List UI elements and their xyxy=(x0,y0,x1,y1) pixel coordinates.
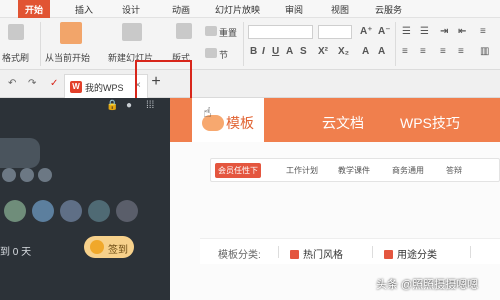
subscript-icon[interactable]: X₂ xyxy=(338,46,349,57)
menu-tab-slideshow[interactable]: 幻灯片放映 xyxy=(215,3,260,16)
app-shortcut-icon[interactable] xyxy=(116,200,138,222)
line-spacing-icon[interactable]: ≡ xyxy=(480,26,486,37)
menu-tab-design[interactable]: 设计 xyxy=(122,3,140,16)
category-divider xyxy=(278,246,279,258)
chip-business[interactable]: 商务通用 xyxy=(389,163,427,178)
app-shortcut-icon[interactable] xyxy=(88,200,110,222)
ribbon-menu-bar: 开始 插入 设计 动画 幻灯片放映 审阅 视图 云服务 xyxy=(0,0,500,18)
justify-icon[interactable]: ≡ xyxy=(458,46,464,57)
superscript-icon[interactable]: X² xyxy=(318,46,328,57)
ribbon-toolbar: 格式刷 从当前开始 新建幻灯片 版式 重置 节 B I U A S X² X₂ … xyxy=(0,18,500,70)
font-size-select[interactable] xyxy=(318,25,352,39)
chip-defense[interactable]: 答辩 xyxy=(443,163,465,178)
from-current-label[interactable]: 从当前开始 xyxy=(45,51,90,64)
outdent-icon[interactable]: ⇤ xyxy=(458,26,466,37)
category-purpose-label: 用途分类 xyxy=(397,250,437,261)
calendar-icon xyxy=(290,250,299,259)
section-label[interactable]: 节 xyxy=(219,48,228,61)
font-family-select[interactable] xyxy=(248,25,313,39)
new-slide-icon[interactable] xyxy=(122,23,142,41)
coin-icon xyxy=(90,240,104,254)
menu-tab-insert[interactable]: 插入 xyxy=(75,3,93,16)
format-painter-label[interactable]: 格式刷 xyxy=(2,51,29,64)
app-shortcut-icon[interactable] xyxy=(60,200,82,222)
ribbon-separator xyxy=(40,22,41,66)
menu-tab-view[interactable]: 视图 xyxy=(331,3,349,16)
align-left-icon[interactable]: ≡ xyxy=(402,46,408,57)
pin-icon[interactable]: ✓ xyxy=(50,78,58,89)
align-right-icon[interactable]: ≡ xyxy=(440,46,446,57)
grow-font-icon[interactable]: A⁺ xyxy=(360,26,373,37)
chip-member[interactable]: 会员任性下 xyxy=(215,163,261,178)
signin-button[interactable]: 签到 xyxy=(84,236,134,258)
ribbon-separator xyxy=(243,22,244,66)
layout-icon[interactable] xyxy=(176,23,192,39)
category-divider xyxy=(372,246,373,258)
template-quick-filters: 会员任性下 工作计划 教学课件 商务通用 答辩 xyxy=(210,158,500,182)
menu-tab-animation[interactable]: 动画 xyxy=(172,3,190,16)
numbered-list-icon[interactable]: ☰ xyxy=(420,26,429,37)
category-divider xyxy=(470,246,471,258)
columns-icon[interactable]: ▥ xyxy=(480,46,489,57)
member-badge-icon xyxy=(2,168,16,182)
nav-wps-tips[interactable]: WPS技巧 xyxy=(400,113,460,133)
chip-work-plan[interactable]: 工作计划 xyxy=(283,163,321,178)
menu-tab-cloud[interactable]: 云服务 xyxy=(375,3,402,16)
play-from-current-icon[interactable] xyxy=(60,22,82,44)
indent-icon[interactable]: ⇥ xyxy=(440,26,448,37)
clear-format-icon[interactable]: S xyxy=(300,46,307,57)
align-center-icon[interactable]: ≡ xyxy=(420,46,426,57)
main-nav-bar: 模板 云文档 WPS技巧 xyxy=(170,98,500,142)
shrink-font-icon[interactable]: A⁻ xyxy=(378,26,391,37)
category-label: 模板分类: xyxy=(218,250,261,261)
bullet-list-icon[interactable]: ☰ xyxy=(402,26,411,37)
level-badge-icon xyxy=(20,168,34,182)
undo-icon[interactable]: ↶ xyxy=(8,78,16,89)
category-hot-style-label: 热门风格 xyxy=(303,250,343,261)
signin-streak-text: 到 0 天 xyxy=(0,247,32,258)
nav-templates-label: 模板 xyxy=(226,115,254,131)
format-painter-icon[interactable] xyxy=(8,24,24,40)
apps-grid-icon[interactable]: ⁞⁞⁞ xyxy=(146,100,154,111)
category-hot-style[interactable]: 热门风格 xyxy=(290,246,343,261)
ribbon-separator xyxy=(395,22,396,66)
wps-logo-icon: W xyxy=(70,81,82,93)
redo-icon[interactable]: ↷ xyxy=(28,78,36,89)
document-tab-bar: ↶ ↷ ✓ W 我的WPS × xyxy=(0,70,500,98)
mouse-cursor-icon: ☝ xyxy=(203,104,212,120)
chip-teaching[interactable]: 教学课件 xyxy=(335,163,373,178)
bold-icon[interactable]: B xyxy=(250,46,257,57)
vip-badge-icon xyxy=(38,168,52,182)
reset-label[interactable]: 重置 xyxy=(219,26,237,39)
reset-icon[interactable] xyxy=(205,26,217,36)
menu-tab-review[interactable]: 审阅 xyxy=(285,3,303,16)
underline-icon[interactable]: U xyxy=(272,46,279,57)
nav-cloud-docs[interactable]: 云文档 xyxy=(322,113,364,133)
font-color-icon[interactable]: A xyxy=(286,46,293,57)
left-account-panel xyxy=(0,98,170,300)
section-icon[interactable] xyxy=(205,48,217,58)
lock-icon[interactable]: 🔒 xyxy=(106,100,118,111)
italic-icon[interactable]: I xyxy=(262,46,265,57)
app-shortcut-icon[interactable] xyxy=(4,200,26,222)
signin-label: 签到 xyxy=(108,245,128,256)
watermark-text: 头条 @照照摄摄嗯嗯 xyxy=(376,279,479,291)
category-purpose[interactable]: 用途分类 xyxy=(384,246,437,261)
skin-icon[interactable]: ● xyxy=(126,100,132,111)
menu-tab-start[interactable]: 开始 xyxy=(18,0,51,18)
highlight-icon[interactable]: A xyxy=(362,46,369,57)
text-effect-icon[interactable]: A xyxy=(378,46,385,57)
tab-title: 我的WPS xyxy=(85,83,124,93)
app-shortcut-icon[interactable] xyxy=(32,200,54,222)
grid-icon xyxy=(384,250,393,259)
avatar[interactable] xyxy=(0,138,40,168)
